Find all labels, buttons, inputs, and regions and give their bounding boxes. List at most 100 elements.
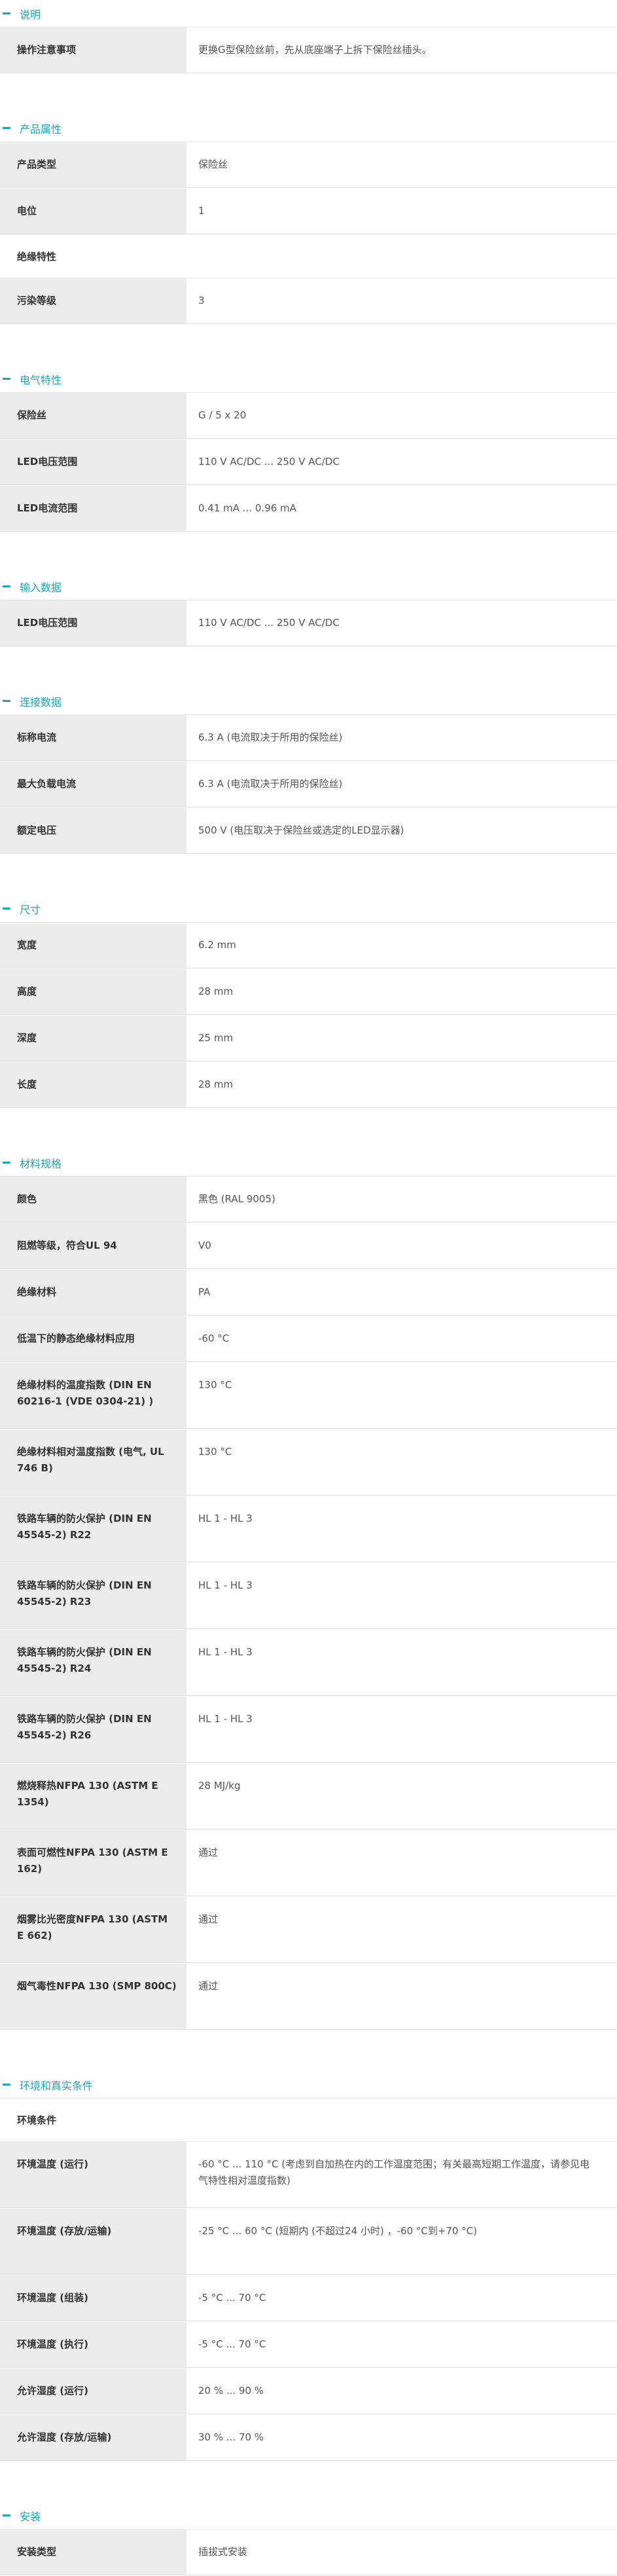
spec-row: 铁路车辆的防火保护 (DIN EN 45545-2) R23 HL 1 - HL … <box>0 1563 617 1630</box>
spec-value: 通过 <box>186 1964 617 2030</box>
spec-label: 绝缘材料的温度指数 (DIN EN 60216-1 (VDE 0304-21) … <box>0 1363 186 1429</box>
spec-label: 环境温度 (存放/运输) <box>0 2209 186 2275</box>
spec-row: 绝缘材料相对温度指数 (电气, UL 746 B) 130 °C <box>0 1429 617 1496</box>
section-title: 尺寸 <box>20 903 41 916</box>
spec-label: 高度 <box>0 969 186 1015</box>
spec-section: 输入数据 LED电压范围 110 V AC/DC ... 250 V AC/DC <box>0 573 617 647</box>
spec-value: 6.2 mm <box>186 923 617 968</box>
spec-value: -5 °C ... 70 °C <box>186 2322 617 2368</box>
spec-label: 环境温度 (运行) <box>0 2142 186 2208</box>
spec-label: 烟雾比光密度NFPA 130 (ASTM E 662) <box>0 1897 186 1963</box>
collapse-minus-icon <box>3 1162 10 1164</box>
section-header[interactable]: 材料规格 <box>0 1149 617 1177</box>
spec-label: LED电压范围 <box>0 600 186 646</box>
spec-label: 允许湿度 (运行) <box>0 2368 186 2414</box>
spec-section: 材料规格 颜色 黑色 (RAL 9005) 阻燃等级，符合UL 94 V0 绝缘材料 PA 低… <box>0 1149 617 2031</box>
spec-value: 20 % ... 90 % <box>186 2368 617 2414</box>
spec-value: 更换G型保险丝前，先从底座端子上拆下保险丝插头。 <box>186 28 617 73</box>
section-title: 材料规格 <box>20 1157 62 1170</box>
section-title: 环境和真实条件 <box>20 2079 94 2092</box>
spec-row: 允许湿度 (运行) 20 % ... 90 % <box>0 2368 617 2415</box>
section-header[interactable]: 环境和真实条件 <box>0 2071 617 2099</box>
section-title: 产品属性 <box>20 122 62 136</box>
spec-page: 说明 操作注意事项 更换G型保险丝前，先从底座端子上拆下保险丝插头。产品属性产品类型… <box>0 0 617 2576</box>
spec-label: 环境温度 (执行) <box>0 2322 186 2368</box>
spec-row: 颜色 黑色 (RAL 9005) <box>0 1177 617 1223</box>
spec-value: 130 °C <box>186 1363 617 1429</box>
spec-row: 额定电压 500 V (电压取决于保险丝或选定的LED显示器) <box>0 808 617 855</box>
spec-value: 6.3 A (电流取决于所用的保险丝) <box>186 715 617 761</box>
spec-value: 黑色 (RAL 9005) <box>186 1177 617 1223</box>
spec-label: 安装类型 <box>0 2530 186 2575</box>
collapse-minus-icon <box>3 378 10 380</box>
spec-row: 污染等级 3 <box>0 278 617 325</box>
collapse-minus-icon <box>3 908 10 910</box>
spec-row: 保险丝 G / 5 x 20 <box>0 393 617 439</box>
section-header[interactable]: 电气特性 <box>0 365 617 393</box>
spec-label: 产品类型 <box>0 142 186 188</box>
spec-value: -25 °C ... 60 °C (短期内 (不超过24 小时) ，-60 °C… <box>186 2209 617 2275</box>
spec-row: 产品类型 保险丝 <box>0 142 617 189</box>
spec-row: 允许湿度 (存放/运输) 30 % ... 70 % <box>0 2415 617 2461</box>
spec-section: 连接数据 标称电流 6.3 A (电流取决于所用的保险丝) 最大负载电流 6.3 A (… <box>0 688 617 855</box>
section-header[interactable]: 尺寸 <box>0 895 617 923</box>
spec-row: 铁路车辆的防火保护 (DIN EN 45545-2) R26 HL 1 - HL … <box>0 1697 617 1763</box>
spec-label: 允许湿度 (存放/运输) <box>0 2415 186 2461</box>
section-header[interactable]: 说明 <box>0 0 617 28</box>
section-header[interactable]: 连接数据 <box>0 688 617 715</box>
collapse-minus-icon <box>3 700 10 702</box>
spec-value: -60 °C ... 110 °C (考虑到自加热在内的工作温度范围；有关最高短… <box>186 2142 617 2208</box>
spec-value: 6.3 A (电流取决于所用的保险丝) <box>186 762 617 807</box>
section-title: 连接数据 <box>20 695 62 708</box>
spec-row: 低温下的静态绝缘材料应用 -60 °C <box>0 1316 617 1363</box>
spec-label: 表面可燃性NFPA 130 (ASTM E 162) <box>0 1830 186 1896</box>
spec-row: 环境温度 (组装) -5 °C ... 70 °C <box>0 2275 617 2322</box>
spec-label: 铁路车辆的防火保护 (DIN EN 45545-2) R23 <box>0 1563 186 1629</box>
section-header[interactable]: 输入数据 <box>0 573 617 600</box>
spec-value: 1 <box>186 189 617 234</box>
spec-value: HL 1 - HL 3 <box>186 1496 617 1562</box>
spec-value: 通过 <box>186 1830 617 1896</box>
spec-value: 插拔式安装 <box>186 2530 617 2575</box>
spec-row: 操作注意事项 更换G型保险丝前，先从底座端子上拆下保险丝插头。 <box>0 28 617 74</box>
subsection-heading: 环境条件 <box>0 2099 617 2142</box>
spec-row: 环境温度 (运行) -60 °C ... 110 °C (考虑到自加热在内的工作温… <box>0 2142 617 2209</box>
spec-value: 28 mm <box>186 1062 617 1108</box>
spec-label: 标称电流 <box>0 715 186 761</box>
section-header[interactable]: 安装 <box>0 2502 617 2530</box>
spec-section: 尺寸 宽度 6.2 mm 高度 28 mm 深度 25 mm 长度 28 mm <box>0 895 617 1109</box>
spec-row: 烟雾比光密度NFPA 130 (ASTM E 662) 通过 <box>0 1897 617 1964</box>
spec-label: 低温下的静态绝缘材料应用 <box>0 1316 186 1362</box>
spec-label: 宽度 <box>0 923 186 968</box>
spec-label: 绝缘材料相对温度指数 (电气, UL 746 B) <box>0 1429 186 1496</box>
spec-label: 电位 <box>0 189 186 234</box>
spec-section: 电气特性 保险丝 G / 5 x 20 LED电压范围 110 V AC/DC ... … <box>0 365 617 532</box>
spec-value: -5 °C ... 70 °C <box>186 2275 617 2321</box>
spec-label: 颜色 <box>0 1177 186 1223</box>
spec-label: 铁路车辆的防火保护 (DIN EN 45545-2) R22 <box>0 1496 186 1562</box>
spec-row: 铁路车辆的防火保护 (DIN EN 45545-2) R22 HL 1 - HL … <box>0 1496 617 1563</box>
spec-value: -60 °C <box>186 1316 617 1362</box>
spec-value: V0 <box>186 1223 617 1269</box>
section-header[interactable]: 产品属性 <box>0 115 617 142</box>
spec-row: LED电流范围 0.41 mA ... 0.96 mA <box>0 486 617 532</box>
spec-value: G / 5 x 20 <box>186 393 617 439</box>
spec-value: 保险丝 <box>186 142 617 188</box>
spec-row: LED电压范围 110 V AC/DC ... 250 V AC/DC <box>0 439 617 486</box>
spec-row: 环境温度 (执行) -5 °C ... 70 °C <box>0 2322 617 2368</box>
spec-row: 电位 1 <box>0 189 617 235</box>
spec-label: 燃烧释热NFPA 130 (ASTM E 1354) <box>0 1763 186 1830</box>
spec-row: 燃烧释热NFPA 130 (ASTM E 1354) 28 MJ/kg <box>0 1763 617 1830</box>
spec-row: LED电压范围 110 V AC/DC ... 250 V AC/DC <box>0 600 617 647</box>
spec-row: 高度 28 mm <box>0 969 617 1016</box>
collapse-minus-icon <box>3 127 10 129</box>
spec-label: 铁路车辆的防火保护 (DIN EN 45545-2) R24 <box>0 1630 186 1696</box>
spec-label: 保险丝 <box>0 393 186 439</box>
spec-label: 烟气毒性NFPA 130 (SMP 800C) <box>0 1964 186 2030</box>
